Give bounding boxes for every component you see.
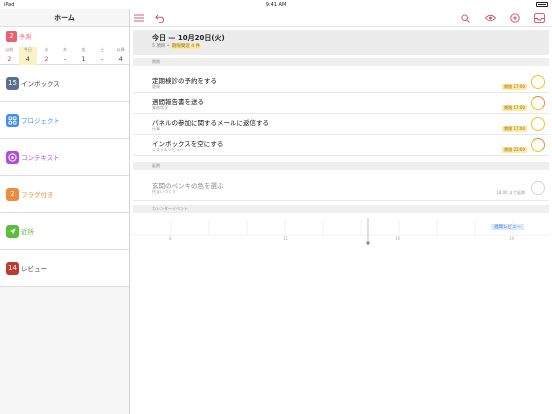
battery-icon (536, 2, 548, 7)
undo-icon[interactable] (154, 12, 166, 24)
task-context: 住まいづくり (152, 189, 176, 194)
task-due-badge: 期限 17:00 (502, 84, 527, 90)
sidebar-item-nearby[interactable]: 近所 (0, 213, 129, 250)
hour-label: 11 (283, 236, 289, 241)
sidebar-item-forecast[interactable]: 2 予測 以前 2 今日 4 水2 木- 金1 土- 以降 4 (0, 27, 129, 65)
add-icon[interactable] (509, 12, 521, 24)
task-row[interactable]: 週間報告書を送る 業務状況 期限 17:00 (133, 93, 549, 114)
main-pane: 今日 — 10月20日(火) 5 項目 • 期限間近 4 件 期限 定期検診の予… (130, 9, 552, 414)
forecast-day-today[interactable]: 今日 4 (18, 47, 38, 65)
hour-label: 6 (169, 236, 172, 241)
task-context: 仕事 (152, 126, 160, 131)
hour-label: 19 (509, 236, 515, 241)
location-arrow-icon (6, 224, 19, 238)
section-deferred: 延期 (133, 162, 549, 170)
forecast-day[interactable]: 木- (56, 47, 75, 65)
task-context: 業務状況 (152, 105, 168, 110)
eye-icon[interactable] (484, 12, 496, 24)
task-row-deferred[interactable]: 玄関のペンキの色を選ぶ 住まいづくり 18:00 まで延期 (133, 177, 549, 201)
task-status-circle-flagged[interactable] (531, 138, 545, 152)
task-status-circle[interactable] (531, 181, 545, 195)
sidebar-item-label: インボックス (21, 80, 60, 88)
projects-icon (6, 113, 19, 127)
sidebar-item-label: フラグ付き (21, 191, 54, 199)
task-row[interactable]: インボックスを空にする システムレビュー 期限 23:00 (133, 135, 549, 156)
sidebar-item-label: 近所 (21, 228, 34, 236)
task-due-badge: 期限 17:00 (502, 105, 527, 111)
hour-label: 16 (395, 236, 401, 241)
task-due-badge: 期限 17:00 (502, 126, 527, 132)
forecast-day[interactable]: 以降 4 (111, 47, 130, 65)
item-count: 5 項目 (152, 44, 166, 49)
perspective-header: 今日 — 10月20日(火) 5 項目 • 期限間近 4 件 (133, 30, 549, 55)
inbox-tray-icon[interactable] (533, 12, 545, 24)
forecast-day[interactable]: 水2 (37, 47, 56, 65)
task-status-circle-flagged[interactable] (531, 96, 545, 110)
task-due-badge: 期限 23:00 (502, 147, 527, 153)
task-row[interactable]: 定期検診の予約をする 健康 期限 17:00 (133, 72, 549, 93)
forecast-label: 予測 (19, 34, 32, 41)
sidebar-item-review[interactable]: 14 レビュー (0, 250, 129, 287)
calendar-event[interactable]: 週間レビュー (491, 224, 524, 230)
sidebar-item-label: レビュー (21, 265, 47, 273)
task-row[interactable]: パネルの参加に関するメールに返信する 仕事 期限 17:00 (133, 114, 549, 135)
section-calendar: カレンダーイベント (133, 205, 549, 213)
calendar-timeline[interactable]: 週間レビュー 6 11 16 19 (133, 215, 549, 245)
task-title: 定期検診の予約をする (152, 77, 217, 85)
forecast-days: 以前 2 今日 4 水2 木- 金1 土- 以降 4 (0, 47, 130, 65)
toolbar (130, 9, 552, 27)
sidebar-item-label: プロジェクト (21, 117, 60, 125)
sidebar-item-label: コンテキスト (21, 154, 60, 162)
forecast-day[interactable]: 金1 (74, 47, 93, 65)
sidebar-item-inbox[interactable]: 15 インボックス (0, 65, 129, 102)
task-context: システムレビュー (152, 147, 184, 152)
sidebar-item-projects[interactable]: プロジェクト (0, 102, 129, 139)
search-icon[interactable] (459, 12, 471, 24)
page-title: 今日 — 10月20日(火) (152, 34, 225, 42)
timeline-grid (133, 218, 549, 245)
forecast-day[interactable]: 土- (93, 47, 112, 65)
forecast-day[interactable]: 以前 2 (0, 47, 19, 65)
status-time: 9:41 AM (265, 1, 287, 8)
task-title: パネルの参加に関するメールに返信する (152, 119, 269, 127)
task-context: 健康 (152, 84, 160, 89)
sidebar-item-flagged[interactable]: 2 フラグ付き (0, 176, 129, 213)
section-due: 期限 (133, 58, 549, 66)
due-soon-count: 期限間近 4 件 (170, 44, 202, 49)
inbox-badge: 15 (6, 76, 19, 90)
sidebar: ホーム 2 予測 以前 2 今日 4 水2 木- 金1 土- 以降 4 15 インボッ… (0, 9, 130, 414)
sidebar-list-icon[interactable] (133, 12, 145, 24)
forecast-badge: 2 (6, 31, 17, 42)
task-status-circle[interactable] (531, 117, 545, 131)
task-status-circle[interactable] (531, 75, 545, 89)
task-defer-label: 18:00 まで延期 (496, 190, 525, 195)
review-badge: 14 (6, 261, 19, 275)
header-subtitle: 5 項目 • 期限間近 4 件 (152, 44, 202, 49)
flagged-badge: 2 (6, 187, 19, 201)
sidebar-title: ホーム (0, 9, 129, 27)
contexts-icon (6, 150, 19, 164)
status-bar: iPad 9:41 AM (0, 0, 552, 9)
sidebar-item-contexts[interactable]: コンテキスト (0, 139, 129, 176)
